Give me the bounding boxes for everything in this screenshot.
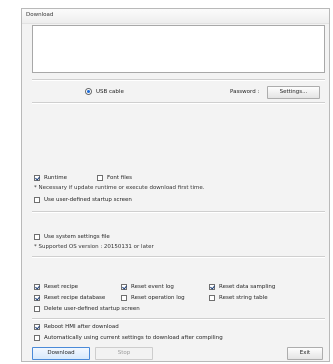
user-startup-label: Use user-defined startup screen [44, 197, 132, 203]
reboot-hmi-label: Reboot HMI after download [44, 324, 119, 330]
reset-event-log-checkbox[interactable]: Reset event log [121, 284, 174, 290]
checkbox-empty-icon [121, 295, 127, 301]
checkbox-empty-icon [209, 295, 215, 301]
download-dialog: Download USB cable Password : Settings..… [21, 8, 330, 362]
settings-button[interactable]: Settings... [267, 86, 320, 99]
user-startup-checkbox[interactable]: Use user-defined startup screen [34, 197, 132, 203]
password-label: Password : [230, 89, 260, 95]
checkbox-checked-icon [209, 284, 215, 290]
os-version-note: * Supported OS version : 20150131 or lat… [34, 244, 154, 250]
download-log-area[interactable] [32, 25, 325, 73]
reset-recipe-database-checkbox[interactable]: Reset recipe database [34, 295, 105, 301]
divider [32, 102, 325, 104]
reset-data-sampling-checkbox[interactable]: Reset data sampling [209, 284, 275, 290]
reset-string-table-label: Reset string table [219, 295, 268, 301]
stop-button[interactable]: Stop [95, 347, 153, 360]
runtime-note: * Necessary if update runtime or execute… [34, 185, 205, 191]
reboot-hmi-checkbox[interactable]: Reboot HMI after download [34, 324, 119, 330]
reset-data-sampling-label: Reset data sampling [219, 284, 276, 290]
divider [32, 79, 325, 81]
dialog-title: Download [22, 9, 329, 24]
system-settings-checkbox[interactable]: Use system settings file [34, 234, 110, 240]
system-settings-label: Use system settings file [44, 234, 110, 240]
checkbox-checked-icon [121, 284, 127, 290]
download-button[interactable]: Download [32, 347, 90, 360]
radio-selected-icon [85, 88, 92, 95]
checkbox-checked-icon [34, 324, 40, 330]
exit-button[interactable]: Exit [287, 347, 323, 360]
checkbox-checked-icon [34, 295, 40, 301]
runtime-label: Runtime [44, 175, 67, 181]
usb-cable-label: USB cable [96, 88, 124, 95]
runtime-checkbox[interactable]: Runtime [34, 175, 67, 181]
checkbox-checked-icon [34, 284, 40, 290]
font-files-checkbox[interactable]: Font files [97, 175, 132, 181]
checkbox-checked-icon [34, 175, 40, 181]
reset-operation-log-label: Reset operation log [131, 295, 185, 301]
reset-recipe-checkbox[interactable]: Reset recipe [34, 284, 78, 290]
delete-startup-label: Delete user-defined startup screen [44, 306, 140, 312]
checkbox-empty-icon [34, 306, 40, 312]
font-files-label: Font files [107, 175, 132, 181]
checkbox-empty-icon [34, 234, 40, 240]
checkbox-empty-icon [97, 175, 103, 181]
checkbox-empty-icon [34, 335, 40, 341]
divider [32, 256, 325, 258]
delete-startup-checkbox[interactable]: Delete user-defined startup screen [34, 306, 140, 312]
reset-string-table-checkbox[interactable]: Reset string table [209, 295, 268, 301]
checkbox-empty-icon [34, 197, 40, 203]
divider [32, 211, 325, 213]
auto-download-checkbox[interactable]: Automatically using current settings to … [34, 335, 223, 341]
reset-recipe-label: Reset recipe [44, 284, 79, 290]
auto-download-label: Automatically using current settings to … [44, 335, 223, 341]
divider [32, 318, 325, 320]
reset-recipe-database-label: Reset recipe database [44, 295, 106, 301]
reset-event-log-label: Reset event log [131, 284, 174, 290]
reset-operation-log-checkbox[interactable]: Reset operation log [121, 295, 185, 301]
usb-cable-radio[interactable]: USB cable [85, 88, 124, 95]
